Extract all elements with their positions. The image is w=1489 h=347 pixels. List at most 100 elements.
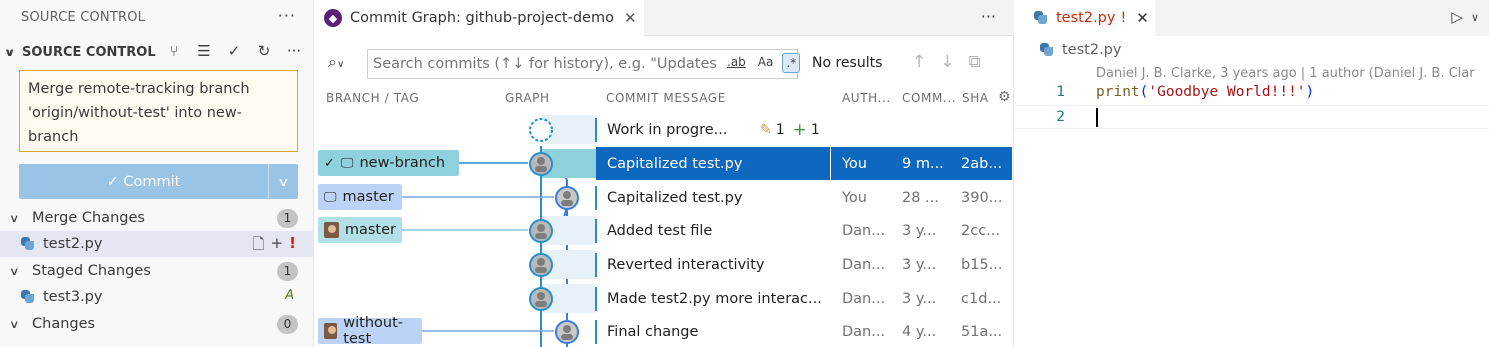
close-icon[interactable]: ✕ (624, 9, 637, 27)
col-author[interactable]: AUTH... (842, 91, 891, 105)
commit-message: Final change (607, 323, 699, 340)
arrow-up-icon[interactable]: ↑ (912, 52, 926, 72)
branch-ref-without-test[interactable]: without-test (318, 315, 422, 347)
commit-date: 3 y... (902, 290, 937, 307)
avatar (555, 186, 579, 210)
section-actions: ⑂ ☰ ✓ ↻ ··· (165, 42, 303, 60)
col-sha[interactable]: SHA (962, 91, 989, 105)
close-icon[interactable]: ✕ (1136, 9, 1149, 27)
graph-row[interactable]: Made test2.py more interac... Dan... 3 y… (314, 282, 1014, 315)
file-actions: 🗋 + ! (253, 234, 296, 259)
view-as-tree-icon[interactable]: ☰ (195, 42, 213, 60)
code-line-current[interactable]: 2 (1015, 105, 1489, 129)
branch-ref-new-branch[interactable]: ✓ 🖵 new-branch (318, 150, 459, 176)
plus-icon: + (792, 119, 807, 140)
search-icon[interactable]: ⌕∨ (328, 52, 344, 72)
branch-name: master (344, 222, 396, 238)
check-icon: ✓ (106, 173, 124, 190)
commit-date: 4 y... (902, 323, 937, 340)
python-file-icon (20, 236, 36, 252)
group-changes[interactable]: ∨ Changes 0 (0, 311, 314, 337)
code-paren: ) (1305, 84, 1315, 100)
chevron-down-icon: ∨ (9, 211, 20, 225)
match-whole-word-icon[interactable]: .ab (724, 53, 749, 73)
more-actions-icon[interactable]: ··· (981, 7, 996, 26)
file-name: test2.py (43, 236, 103, 252)
open-file-icon[interactable]: 🗋 (253, 234, 265, 259)
conflict-status: ! (289, 234, 296, 252)
open-in-view-icon[interactable]: ⧉ (969, 52, 981, 72)
commit-button[interactable]: ✓ Commit ∨ (19, 164, 298, 199)
row-separator (595, 287, 597, 311)
python-file-icon (1033, 10, 1049, 26)
count-badge: 0 (277, 315, 298, 334)
more-actions-icon[interactable]: ··· (278, 6, 296, 25)
branch-name: without-test (343, 315, 404, 347)
commit-date: 9 m... (902, 155, 944, 172)
match-case-icon[interactable]: Aa (755, 53, 777, 73)
commit-button-main[interactable]: ✓ Commit (19, 174, 268, 190)
editor-tools: ▷ ∨ (1451, 8, 1479, 26)
code-line[interactable]: 1 print('Goodbye World!!!') (1015, 81, 1489, 105)
commit-author: Dan... (842, 222, 886, 239)
regex-icon[interactable]: .* (782, 53, 801, 73)
pencil-icon: ✎ (760, 121, 772, 138)
settings-gear-icon[interactable]: ⚙ (998, 89, 1011, 105)
chevron-down-icon: ∨ (9, 264, 20, 278)
commit-author: You (842, 189, 867, 206)
count-badge: 1 (277, 262, 298, 281)
refresh-icon[interactable]: ↻ (255, 42, 273, 60)
chevron-down-icon: ∨ (9, 317, 20, 331)
check-icon: ✓ (324, 155, 335, 171)
file-item-test3[interactable]: test3.py A (0, 284, 314, 310)
avatar (324, 323, 338, 339)
avatar (529, 152, 553, 176)
commit-message: Capitalized test.py (607, 155, 743, 172)
breadcrumb[interactable]: test2.py (1039, 42, 1121, 58)
arrow-down-icon[interactable]: ↓ (940, 52, 954, 72)
chevron-down-icon[interactable]: ∨ (1471, 11, 1479, 26)
graph-row[interactable]: ✓ 🖵 new-branch Capitalized test.py You 9… (314, 147, 1014, 180)
graph-row[interactable]: without-test Final change Dan... 4 y... … (314, 315, 1014, 347)
graph-column-headers: BRANCH / TAG GRAPH COMMIT MESSAGE AUTH..… (314, 88, 1014, 110)
graph-icon[interactable]: ⑂ (165, 42, 183, 60)
file-item-test2[interactable]: test2.py 🗋 + ! (0, 231, 314, 257)
graph-search-bar: ⌕∨ .ab Aa .* No results ↑ ↓ ⧉ (314, 44, 1014, 82)
stage-plus-icon[interactable]: + (271, 234, 284, 259)
count-badge: 1 (277, 209, 298, 228)
graph-row[interactable]: master Added test file Dan... 3 y... 2cc… (314, 214, 1014, 247)
commit-sha: 2cc... (961, 222, 1000, 239)
branch-ref-master-local[interactable]: master (318, 217, 402, 243)
more-icon[interactable]: ··· (285, 42, 303, 60)
col-graph[interactable]: GRAPH (505, 91, 550, 105)
chevron-down-icon: ∨ (277, 174, 290, 189)
blame-annotation[interactable]: Daniel J. B. Clarke, 3 years ago | 1 aut… (1096, 66, 1475, 81)
search-results-count: No results (812, 55, 883, 71)
chevron-down-icon: ∨ (3, 45, 16, 59)
branch-ref-master-remote[interactable]: 🖵 master (318, 184, 402, 210)
avatar (555, 320, 579, 344)
col-message[interactable]: COMMIT MESSAGE (606, 91, 726, 105)
tab-test2-py[interactable]: test2.py ! ✕ (1015, 0, 1155, 36)
commit-button-label: Commit (123, 173, 181, 190)
source-control-sidebar: SOURCE CONTROL ··· ∨ SOURCE CONTROL ⑂ ☰ … (0, 0, 314, 347)
group-label: Staged Changes (32, 263, 151, 279)
col-branch[interactable]: BRANCH / TAG (326, 91, 419, 105)
col-date[interactable]: COMM... (902, 91, 956, 105)
commit-message: Work in progre... (607, 121, 728, 138)
commit-check-icon[interactable]: ✓ (225, 42, 243, 60)
group-staged-changes[interactable]: ∨ Staged Changes 1 (0, 258, 314, 284)
graph-row-wip[interactable]: Work in progre... ✎ 1 + 1 (314, 113, 1014, 146)
commit-author: Dan... (842, 323, 886, 340)
code-string: 'Goodbye World!!!' (1148, 84, 1306, 100)
commit-date: 28 ... (902, 189, 939, 206)
commit-message-input[interactable]: Merge remote-tracking branch 'origin/wit… (19, 70, 298, 152)
tab-commit-graph[interactable]: ◆ Commit Graph: github-project-demo ✕ (314, 0, 644, 36)
text-cursor (1096, 108, 1098, 127)
editor-panel: test2.py ! ✕ ▷ ∨ test2.py Daniel J. B. C… (1015, 0, 1489, 347)
graph-row[interactable]: Reverted interactivity Dan... 3 y... b15… (314, 248, 1014, 281)
run-icon[interactable]: ▷ (1451, 8, 1463, 26)
graph-row[interactable]: 🖵 master Capitalized test.py You 28 ... … (314, 181, 1014, 214)
group-merge-changes[interactable]: ∨ Merge Changes 1 (0, 205, 314, 231)
commit-dropdown-button[interactable]: ∨ (268, 164, 298, 199)
